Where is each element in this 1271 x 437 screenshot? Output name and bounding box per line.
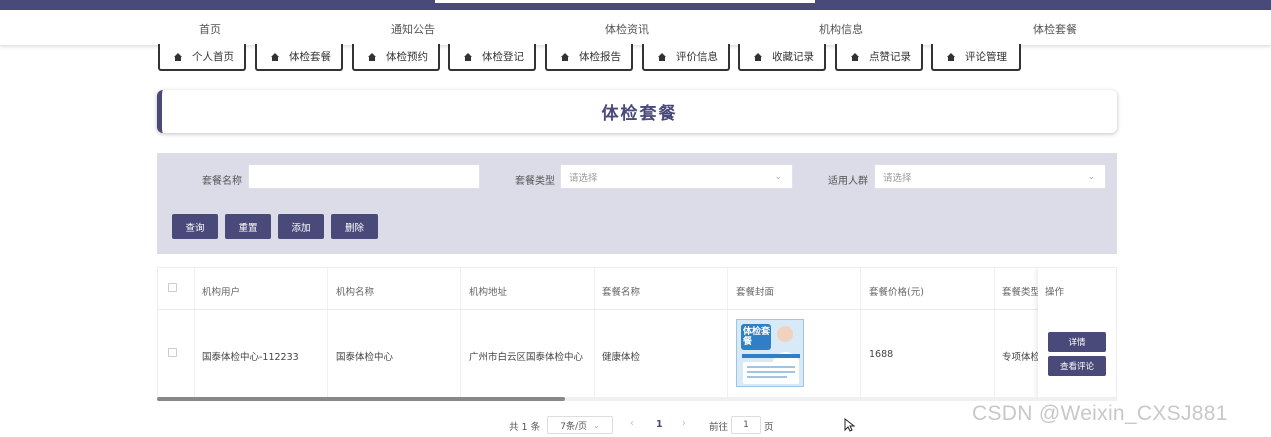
sub-nav-registration[interactable]: 体检登记 — [448, 44, 536, 71]
cell-package-type: 专项体检 — [1002, 352, 1038, 363]
cell-org-user: 国泰体检中心-112233 — [202, 352, 299, 363]
header-package-type: 套餐类型 — [1002, 287, 1038, 298]
table-header: 机构用户 机构名称 机构地址 套餐名称 套餐封面 套餐价格(元) 套餐类型 — [158, 268, 1116, 310]
sub-nav-label: 体检报告 — [579, 51, 621, 63]
cell-org-name: 国泰体检中心 — [336, 352, 394, 363]
home-icon — [271, 52, 279, 61]
nav-notices[interactable]: 通知公告 — [391, 21, 435, 37]
sub-nav-comments[interactable]: 评论管理 — [931, 44, 1021, 71]
package-type-label: 套餐类型 — [515, 176, 555, 187]
cell-org-address: 广州市白云区国泰体检中心 — [469, 352, 584, 363]
sub-nav-label: 评价信息 — [676, 51, 718, 63]
header-org-name: 机构名称 — [336, 287, 375, 298]
top-bar — [0, 0, 1271, 10]
cell-package-price: 1688 — [869, 349, 894, 360]
scrollbar-thumb[interactable] — [157, 397, 565, 401]
sub-nav-label: 体检套餐 — [289, 51, 331, 63]
sub-nav-packages[interactable]: 体检套餐 — [255, 44, 343, 71]
header-package-cover: 套餐封面 — [736, 287, 775, 298]
page-title: 体检套餐 — [601, 104, 678, 124]
package-type-select[interactable]: 请选择 ⌄ — [560, 164, 793, 189]
sub-nav-label: 体检预约 — [386, 51, 428, 63]
home-icon — [464, 52, 472, 61]
package-name-input[interactable] — [248, 164, 480, 189]
header-org-address: 机构地址 — [469, 287, 508, 298]
table-scrollbar[interactable] — [157, 397, 1117, 401]
table-row: 国泰体检中心-112233 国泰体检中心 广州市白云区国泰体检中心 健康体检 体… — [158, 310, 1116, 397]
nav-institutions[interactable]: 机构信息 — [819, 21, 863, 37]
pagination-total: 共 1 条 — [509, 422, 541, 433]
home-icon — [561, 52, 569, 61]
cover-title-text: 体检套餐 — [743, 327, 771, 347]
page-size-select[interactable]: 7条/页 ⌄ — [547, 416, 613, 434]
package-name-label: 套餐名称 — [202, 176, 242, 187]
page-unit-label: 页 — [764, 422, 774, 433]
goto-page-input[interactable]: 1 — [731, 416, 761, 434]
reset-button[interactable]: 重置 — [225, 214, 271, 239]
home-icon — [851, 52, 859, 61]
operations-column: 操作 详情 查看评论 — [1038, 268, 1116, 397]
home-icon — [754, 52, 762, 61]
search-panel: 套餐名称 套餐类型 请选择 ⌄ 适用人群 请选择 ⌄ 查询 重置 添加 删除 — [157, 153, 1117, 254]
sub-nav-report[interactable]: 体检报告 — [545, 44, 633, 71]
package-cover-image[interactable]: 体检套餐 — [736, 319, 804, 387]
header-operations: 操作 — [1045, 287, 1065, 298]
sub-nav-label: 收藏记录 — [772, 51, 814, 63]
prev-page-button[interactable]: ‹ — [630, 418, 634, 436]
cell-package-name: 健康体检 — [602, 352, 641, 363]
goto-label: 前往 — [709, 422, 729, 433]
sub-nav-likes[interactable]: 点赞记录 — [835, 44, 923, 71]
crowd-label: 适用人群 — [828, 176, 868, 187]
select-all-checkbox[interactable] — [168, 283, 177, 292]
view-comments-button[interactable]: 查看评论 — [1048, 356, 1106, 376]
page-size-value: 7条/页 — [560, 421, 588, 432]
sub-nav-label: 个人首页 — [192, 51, 234, 63]
current-page[interactable]: 1 — [656, 419, 663, 437]
chevron-down-icon: ⌄ — [774, 172, 782, 182]
row-checkbox[interactable] — [168, 348, 177, 357]
chevron-down-icon: ⌄ — [593, 420, 600, 430]
crowd-placeholder: 请选择 — [883, 172, 912, 184]
next-page-button[interactable]: › — [682, 418, 686, 436]
header-package-price: 套餐价格(元) — [869, 287, 924, 298]
sub-nav-profile[interactable]: 个人首页 — [158, 44, 246, 71]
page-title-box: 体检套餐 — [157, 90, 1117, 133]
delete-button[interactable]: 删除 — [331, 214, 378, 239]
package-type-placeholder: 请选择 — [569, 172, 598, 184]
sub-nav-reviews[interactable]: 评价信息 — [642, 44, 730, 71]
crowd-select[interactable]: 请选择 ⌄ — [874, 164, 1106, 189]
nav-packages[interactable]: 体检套餐 — [1033, 21, 1077, 37]
nav-home[interactable]: 首页 — [199, 21, 221, 37]
sub-nav-favorites[interactable]: 收藏记录 — [738, 44, 826, 71]
home-icon — [174, 52, 182, 61]
header-package-name: 套餐名称 — [602, 287, 641, 298]
mouse-cursor-icon — [844, 417, 856, 435]
top-bar-gap — [435, 0, 815, 3]
sub-nav-label: 体检登记 — [482, 51, 524, 63]
sub-nav-label: 点赞记录 — [869, 51, 911, 63]
sub-nav-booking[interactable]: 体检预约 — [352, 44, 440, 71]
nav-news[interactable]: 体检资讯 — [605, 21, 649, 37]
sub-nav-label: 评论管理 — [965, 51, 1007, 63]
chevron-down-icon: ⌄ — [1087, 172, 1095, 182]
query-button[interactable]: 查询 — [172, 214, 218, 239]
detail-button[interactable]: 详情 — [1048, 332, 1106, 352]
watermark: CSDN @Weixin_CXSJ881 — [972, 402, 1228, 425]
main-nav: 首页 通知公告 体检资讯 机构信息 体检套餐 — [0, 10, 1271, 46]
home-icon — [947, 52, 955, 61]
header-org-user: 机构用户 — [202, 287, 241, 298]
data-table: 机构用户 机构名称 机构地址 套餐名称 套餐封面 套餐价格(元) 套餐类型 国泰… — [157, 267, 1117, 398]
home-icon — [368, 52, 376, 61]
add-button[interactable]: 添加 — [278, 214, 324, 239]
home-icon — [658, 52, 666, 61]
